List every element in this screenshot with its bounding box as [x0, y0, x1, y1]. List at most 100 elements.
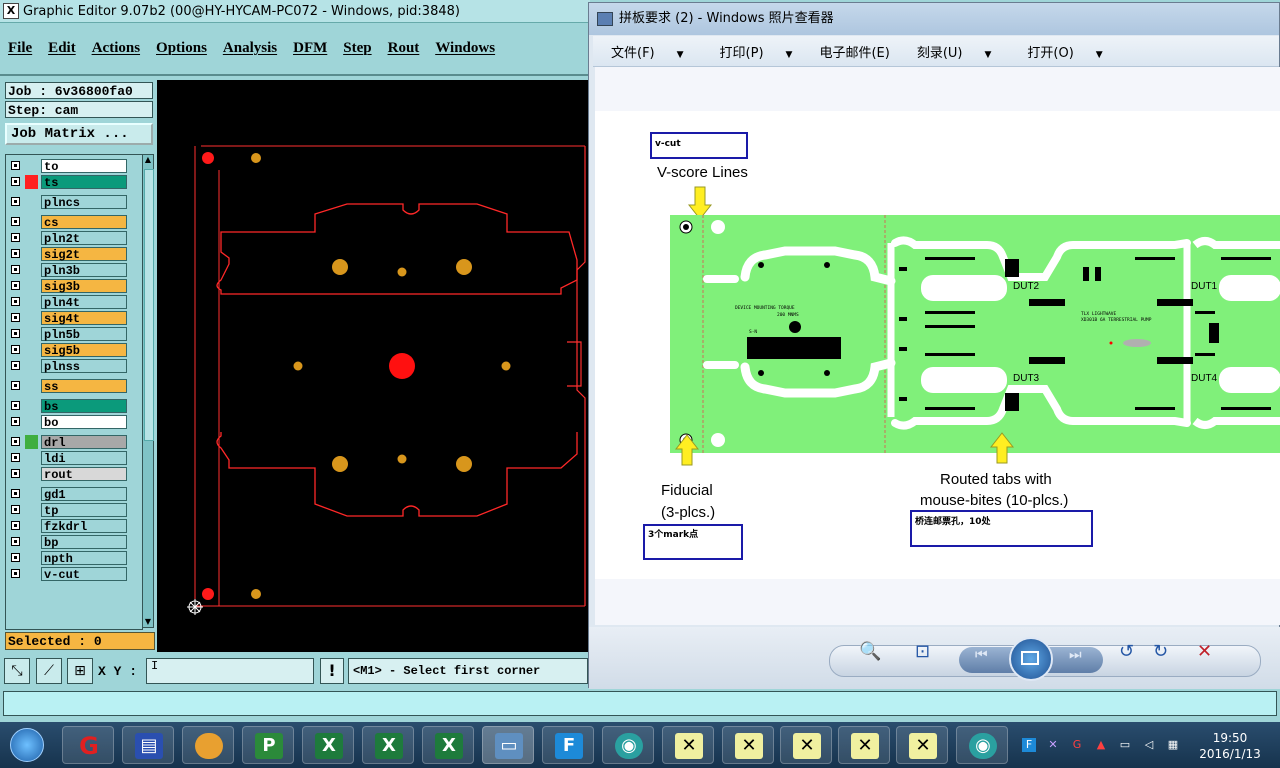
tray-device-icon[interactable]: ▭	[1118, 738, 1132, 752]
layer-checkbox[interactable]	[11, 233, 20, 242]
layer-row-plnss[interactable]: plnss	[8, 359, 140, 374]
layer-checkbox[interactable]	[11, 161, 20, 170]
taskbar-eye-app[interactable]: ◉	[602, 726, 654, 764]
layer-name[interactable]: tp	[41, 503, 127, 518]
layer-row-ts[interactable]: ts	[8, 175, 140, 190]
menu-options[interactable]: Options	[148, 34, 215, 64]
layer-name[interactable]: v-cut	[41, 567, 127, 582]
layer-row-tp[interactable]: tp	[8, 503, 140, 518]
layer-checkbox[interactable]	[11, 177, 20, 186]
layer-color-swatch[interactable]	[25, 359, 38, 373]
layer-row-pln3b[interactable]: pln3b	[8, 263, 140, 278]
layer-name[interactable]: ts	[41, 175, 127, 190]
tray-warning-icon[interactable]: ▲	[1094, 738, 1108, 752]
layer-color-swatch[interactable]	[25, 159, 38, 173]
layer-color-swatch[interactable]	[25, 295, 38, 309]
layer-checkbox[interactable]	[11, 553, 20, 562]
layer-name[interactable]: drl	[41, 435, 127, 450]
layer-color-swatch[interactable]	[25, 215, 38, 229]
layer-scrollbar[interactable]: ▲ ▼	[142, 154, 154, 628]
layer-row-rout[interactable]: rout	[8, 467, 140, 482]
layer-color-swatch[interactable]	[25, 503, 38, 517]
layer-row-pln4t[interactable]: pln4t	[8, 295, 140, 310]
layer-row-sig4t[interactable]: sig4t	[8, 311, 140, 326]
layer-color-swatch[interactable]	[25, 487, 38, 501]
menu-open-cn[interactable]: 打开(O) ▼	[1009, 42, 1120, 61]
layer-row-fzkdrl[interactable]: fzkdrl	[8, 519, 140, 534]
xy-input[interactable]: I	[146, 658, 314, 684]
layer-checkbox[interactable]	[11, 537, 20, 546]
viewer-title-bar[interactable]: 拼板要求 (2) - Windows 照片查看器	[589, 3, 1279, 35]
taskbar-excel-2[interactable]: X	[362, 726, 414, 764]
layer-name[interactable]: ldi	[41, 451, 127, 466]
taskbar-x-1[interactable]: ✕	[662, 726, 714, 764]
next-icon[interactable]: ⏭	[1069, 647, 1082, 663]
layer-checkbox[interactable]	[11, 505, 20, 514]
tray-network-icon[interactable]: ▦	[1166, 738, 1180, 752]
rotate-right-icon[interactable]: ↻	[1153, 641, 1168, 662]
layer-color-swatch[interactable]	[25, 399, 38, 413]
layer-color-swatch[interactable]	[25, 451, 38, 465]
zoom-icon[interactable]: 🔍	[859, 641, 881, 662]
taskbar-f-app[interactable]: F	[542, 726, 594, 764]
taskbar-x-5[interactable]: ✕	[896, 726, 948, 764]
layer-color-swatch[interactable]	[25, 435, 38, 449]
taskbar-x-4[interactable]: ✕	[838, 726, 890, 764]
layer-color-swatch[interactable]	[25, 415, 38, 429]
layer-name[interactable]: bp	[41, 535, 127, 550]
layer-name[interactable]: pln2t	[41, 231, 127, 246]
tray-volume-icon[interactable]: ◁	[1142, 738, 1156, 752]
menu-windows[interactable]: Windows	[427, 34, 503, 64]
layer-color-swatch[interactable]	[25, 175, 38, 189]
menu-file[interactable]: File	[0, 34, 40, 64]
layer-color-swatch[interactable]	[25, 551, 38, 565]
menu-email-cn[interactable]: 电子邮件(E)	[810, 42, 898, 61]
scrollbar-thumb[interactable]	[144, 169, 154, 441]
layer-name[interactable]: plnss	[41, 359, 127, 374]
layer-name[interactable]: gd1	[41, 487, 127, 502]
layer-color-swatch[interactable]	[25, 535, 38, 549]
layer-color-swatch[interactable]	[25, 567, 38, 581]
prompt-button[interactable]: !	[320, 658, 344, 684]
layer-checkbox[interactable]	[11, 197, 20, 206]
menu-actions[interactable]: Actions	[84, 34, 148, 64]
layer-row-drl[interactable]: drl	[8, 435, 140, 450]
slideshow-button[interactable]	[1009, 637, 1053, 681]
layer-checkbox[interactable]	[11, 313, 20, 322]
layer-row-v-cut[interactable]: v-cut	[8, 567, 140, 582]
layer-checkbox[interactable]	[11, 417, 20, 426]
taskbar-excel-1[interactable]: X	[302, 726, 354, 764]
taskbar-p-app[interactable]: P	[242, 726, 294, 764]
layer-checkbox[interactable]	[11, 345, 20, 354]
layer-row-cs[interactable]: cs	[8, 215, 140, 230]
layer-color-swatch[interactable]	[25, 379, 38, 393]
tray-g-icon[interactable]: G	[1070, 738, 1084, 752]
measure-icon[interactable]: ⟋	[36, 658, 62, 684]
layer-color-swatch[interactable]	[25, 519, 38, 533]
layer-checkbox[interactable]	[11, 489, 20, 498]
layer-name[interactable]: bs	[41, 399, 127, 414]
layer-row-plncs[interactable]: plncs	[8, 195, 140, 210]
taskbar-x-2[interactable]: ✕	[722, 726, 774, 764]
actual-size-icon[interactable]: ⊡	[915, 641, 930, 662]
layer-checkbox[interactable]	[11, 329, 20, 338]
layer-name[interactable]: sig5b	[41, 343, 127, 358]
menu-analysis[interactable]: Analysis	[215, 34, 285, 64]
grid-icon[interactable]: ⊞	[67, 658, 93, 684]
layer-row-sig3b[interactable]: sig3b	[8, 279, 140, 294]
layer-color-swatch[interactable]	[25, 231, 38, 245]
layer-checkbox[interactable]	[11, 469, 20, 478]
layer-name[interactable]: npth	[41, 551, 127, 566]
scroll-up-icon[interactable]: ▲	[143, 155, 153, 165]
taskbar-eye-app-2[interactable]: ◉	[956, 726, 1008, 764]
layer-name[interactable]: pln4t	[41, 295, 127, 310]
layer-checkbox[interactable]	[11, 217, 20, 226]
layer-name[interactable]: ss	[41, 379, 127, 394]
menu-step[interactable]: Step	[335, 34, 379, 64]
layer-color-swatch[interactable]	[25, 279, 38, 293]
menu-burn-cn[interactable]: 刻录(U) ▼	[899, 42, 1010, 61]
layer-name[interactable]: sig4t	[41, 311, 127, 326]
layer-color-swatch[interactable]	[25, 247, 38, 261]
layer-checkbox[interactable]	[11, 521, 20, 530]
layer-row-pln2t[interactable]: pln2t	[8, 231, 140, 246]
